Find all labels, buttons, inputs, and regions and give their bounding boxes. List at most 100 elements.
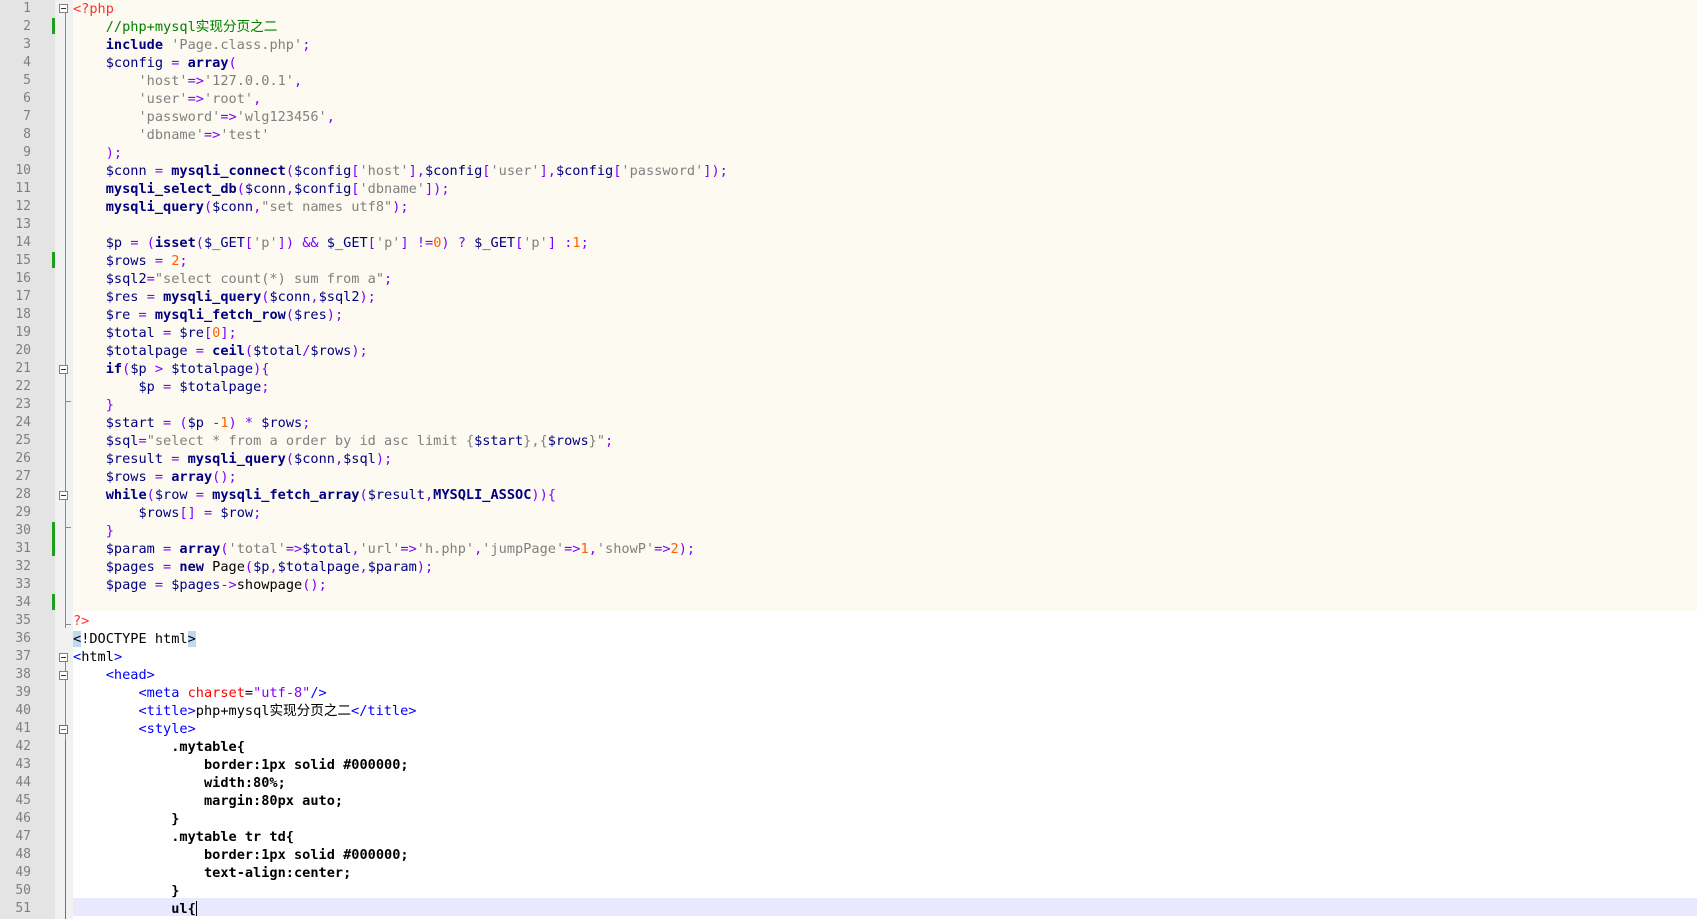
code-text[interactable]: $re = mysqli_fetch_row($res);: [73, 306, 343, 324]
code-text[interactable]: border:1px solid #000000;: [73, 846, 409, 864]
code-text[interactable]: $rows = array();: [73, 468, 237, 486]
code-editor[interactable]: 1 <?php 2 //php+mysql实现分页之二 3 include 'Page…: [0, 0, 1697, 919]
code-line[interactable]: 2 //php+mysql实现分页之二: [0, 18, 1697, 36]
code-text[interactable]: $result = mysqli_query($conn,$sql);: [73, 450, 393, 468]
code-text[interactable]: $conn = mysqli_connect($config['host'],$…: [73, 162, 728, 180]
code-text[interactable]: 'host'=>'127.0.0.1',: [73, 72, 302, 90]
code-text[interactable]: $pages = new Page($p,$totalpage,$param);: [73, 558, 433, 576]
code-line[interactable]: 43 border:1px solid #000000;: [0, 756, 1697, 774]
code-line[interactable]: 29 $rows[] = $row;: [0, 504, 1697, 522]
code-line[interactable]: 41 <style>: [0, 720, 1697, 738]
code-line[interactable]: 34: [0, 594, 1697, 612]
code-line[interactable]: 23 }: [0, 396, 1697, 414]
code-line[interactable]: 31 $param = array('total'=>$total,'url'=…: [0, 540, 1697, 558]
code-text[interactable]: <?php: [73, 0, 114, 18]
code-line[interactable]: 10 $conn = mysqli_connect($config['host'…: [0, 162, 1697, 180]
code-text[interactable]: mysqli_query($conn,"set names utf8");: [73, 198, 409, 216]
code-line[interactable]: 25 $sql="select * from a order by id asc…: [0, 432, 1697, 450]
code-text[interactable]: <head>: [73, 666, 155, 684]
code-line[interactable]: 48 border:1px solid #000000;: [0, 846, 1697, 864]
code-line[interactable]: 20 $totalpage = ceil($total/$rows);: [0, 342, 1697, 360]
code-text[interactable]: $totalpage = ceil($total/$rows);: [73, 342, 368, 360]
code-line[interactable]: 21 if($p > $totalpage){: [0, 360, 1697, 378]
code-line[interactable]: 33 $page = $pages->showpage();: [0, 576, 1697, 594]
code-line[interactable]: 19 $total = $re[0];: [0, 324, 1697, 342]
code-text[interactable]: text-align:center;: [73, 864, 351, 882]
code-text[interactable]: $sql="select * from a order by id asc li…: [73, 432, 613, 450]
code-line[interactable]: 36 <!DOCTYPE html>: [0, 630, 1697, 648]
code-text[interactable]: //php+mysql实现分页之二: [73, 18, 278, 36]
code-line[interactable]: 13: [0, 216, 1697, 234]
code-line[interactable]: 26 $result = mysqli_query($conn,$sql);: [0, 450, 1697, 468]
code-text[interactable]: <html>: [73, 648, 122, 666]
code-line[interactable]: 4 $config = array(: [0, 54, 1697, 72]
code-text[interactable]: 'password'=>'wlg123456',: [73, 108, 334, 126]
code-text[interactable]: $p = (isset($_GET['p']) && $_GET['p'] !=…: [73, 234, 589, 252]
code-line[interactable]: 17 $res = mysqli_query($conn,$sql2);: [0, 288, 1697, 306]
code-text[interactable]: if($p > $totalpage){: [73, 360, 270, 378]
code-text[interactable]: while($row = mysqli_fetch_array($result,…: [73, 486, 556, 504]
code-line[interactable]: 12 mysqli_query($conn,"set names utf8");: [0, 198, 1697, 216]
code-text[interactable]: include 'Page.class.php';: [73, 36, 311, 54]
code-text[interactable]: 'dbname'=>'test': [73, 126, 269, 144]
code-text[interactable]: 'user'=>'root',: [73, 90, 261, 108]
code-line[interactable]: 51 ul{: [0, 900, 1697, 918]
code-text[interactable]: );: [73, 144, 122, 162]
code-line[interactable]: 27 $rows = array();: [0, 468, 1697, 486]
code-line[interactable]: 42 .mytable{: [0, 738, 1697, 756]
code-line[interactable]: 32 $pages = new Page($p,$totalpage,$para…: [0, 558, 1697, 576]
code-text[interactable]: .mytable tr td{: [73, 828, 294, 846]
code-line[interactable]: 5 'host'=>'127.0.0.1',: [0, 72, 1697, 90]
code-text[interactable]: border:1px solid #000000;: [73, 756, 409, 774]
code-line[interactable]: 24 $start = ($p -1) * $rows;: [0, 414, 1697, 432]
code-line[interactable]: 18 $re = mysqli_fetch_row($res);: [0, 306, 1697, 324]
code-line[interactable]: 30 }: [0, 522, 1697, 540]
code-text[interactable]: mysqli_select_db($conn,$config['dbname']…: [73, 180, 450, 198]
code-line[interactable]: 11 mysqli_select_db($conn,$config['dbnam…: [0, 180, 1697, 198]
code-text[interactable]: $param = array('total'=>$total,'url'=>'h…: [73, 540, 695, 558]
code-text[interactable]: $start = ($p -1) * $rows;: [73, 414, 311, 432]
code-line[interactable]: 49 text-align:center;: [0, 864, 1697, 882]
code-line[interactable]: 3 include 'Page.class.php';: [0, 36, 1697, 54]
code-line[interactable]: 46 }: [0, 810, 1697, 828]
code-line[interactable]: 45 margin:80px auto;: [0, 792, 1697, 810]
code-line[interactable]: 47 .mytable tr td{: [0, 828, 1697, 846]
code-line[interactable]: 15 $rows = 2;: [0, 252, 1697, 270]
code-text[interactable]: <title>php+mysql实现分页之二</title>: [73, 702, 416, 720]
code-text[interactable]: }: [73, 396, 114, 414]
code-line[interactable]: 8 'dbname'=>'test': [0, 126, 1697, 144]
code-line[interactable]: 38 <head>: [0, 666, 1697, 684]
code-text[interactable]: $total = $re[0];: [73, 324, 237, 342]
code-line[interactable]: 37 <html>: [0, 648, 1697, 666]
code-text[interactable]: $config = array(: [73, 54, 237, 72]
code-text[interactable]: $res = mysqli_query($conn,$sql2);: [73, 288, 376, 306]
code-line[interactable]: 14 $p = (isset($_GET['p']) && $_GET['p']…: [0, 234, 1697, 252]
code-text[interactable]: <style>: [73, 720, 195, 738]
code-text[interactable]: $page = $pages->showpage();: [73, 576, 327, 594]
code-text[interactable]: ul{: [73, 900, 197, 918]
code-line[interactable]: 6 'user'=>'root',: [0, 90, 1697, 108]
code-line[interactable]: 28 while($row = mysqli_fetch_array($resu…: [0, 486, 1697, 504]
code-text[interactable]: .mytable{: [73, 738, 245, 756]
code-text[interactable]: }: [73, 522, 114, 540]
code-text[interactable]: $rows = 2;: [73, 252, 188, 270]
code-text[interactable]: }: [73, 882, 179, 900]
code-text[interactable]: margin:80px auto;: [73, 792, 343, 810]
code-line[interactable]: 39 <meta charset="utf-8"/>: [0, 684, 1697, 702]
code-text[interactable]: }: [73, 810, 179, 828]
code-text[interactable]: $sql2="select count(*) sum from a";: [73, 270, 392, 288]
code-line[interactable]: 50 }: [0, 882, 1697, 900]
code-line[interactable]: 7 'password'=>'wlg123456',: [0, 108, 1697, 126]
code-text[interactable]: <!DOCTYPE html>: [73, 630, 196, 648]
code-text[interactable]: <meta charset="utf-8"/>: [73, 684, 326, 702]
code-line[interactable]: 9 );: [0, 144, 1697, 162]
code-line[interactable]: 40 <title>php+mysql实现分页之二</title>: [0, 702, 1697, 720]
code-line[interactable]: 22 $p = $totalpage;: [0, 378, 1697, 396]
code-text[interactable]: width:80%;: [73, 774, 286, 792]
code-text[interactable]: $rows[] = $row;: [73, 504, 261, 522]
code-line[interactable]: 35 ?>: [0, 612, 1697, 630]
code-line[interactable]: 1 <?php: [0, 0, 1697, 18]
code-text[interactable]: ?>: [73, 612, 89, 630]
code-line[interactable]: 16 $sql2="select count(*) sum from a";: [0, 270, 1697, 288]
code-text[interactable]: $p = $totalpage;: [73, 378, 269, 396]
